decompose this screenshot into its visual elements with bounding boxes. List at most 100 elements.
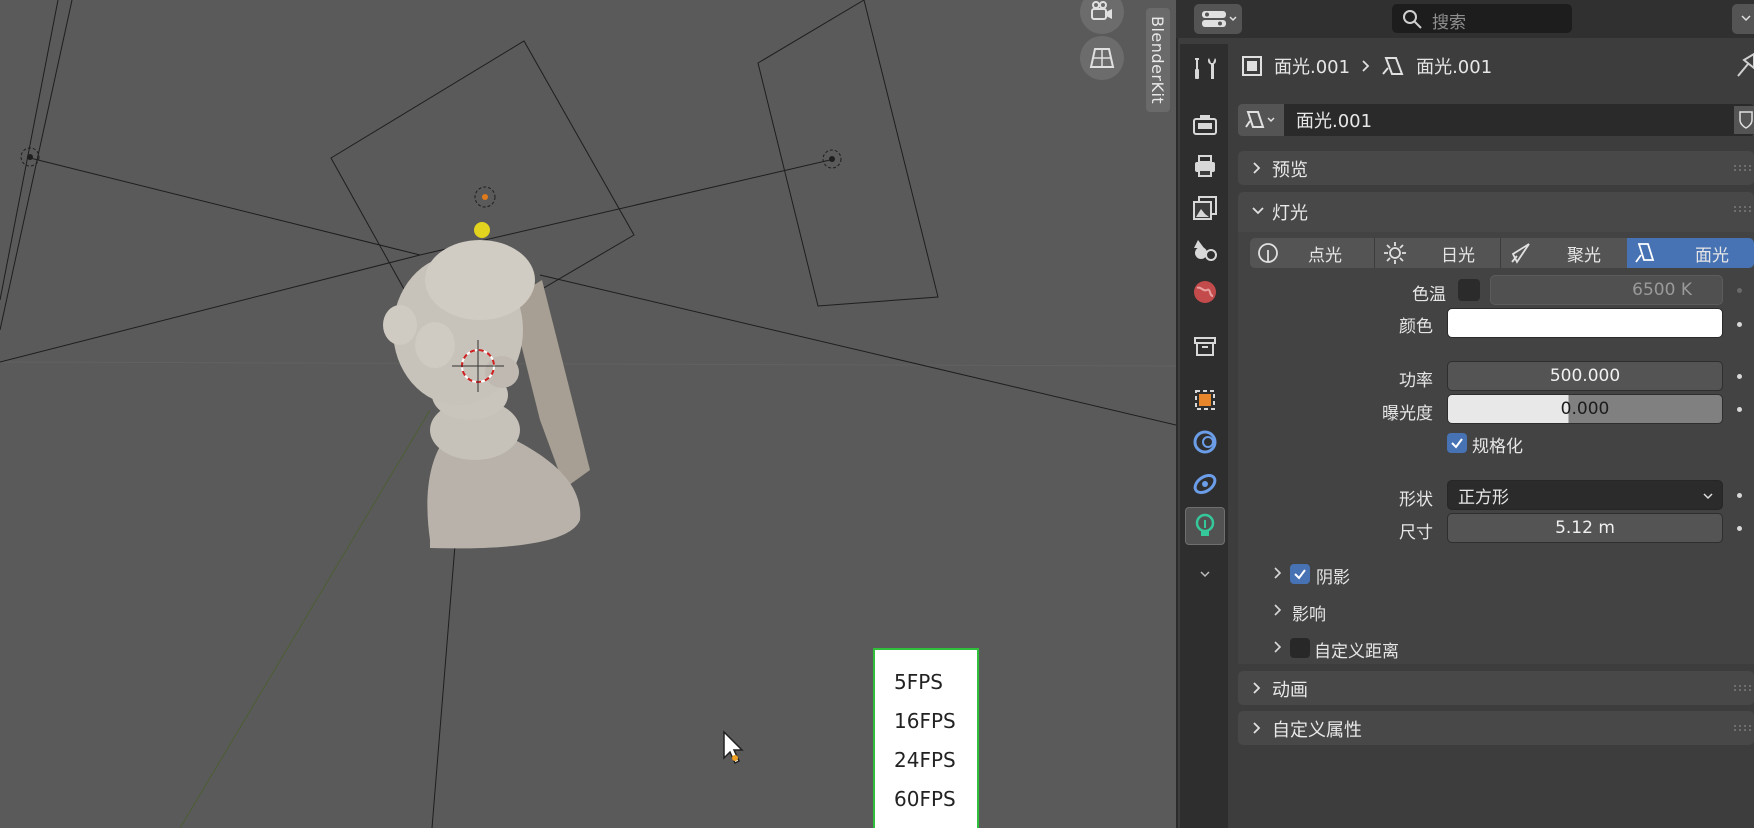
lightbulb-icon	[1195, 513, 1215, 536]
color-swatch[interactable]	[1447, 308, 1723, 338]
chevron-right-icon[interactable]	[1272, 566, 1284, 580]
light-type-sun-label: 日光	[1441, 245, 1475, 266]
light-type-spot[interactable]: 聚光	[1501, 238, 1626, 268]
tab-physics[interactable]	[1185, 423, 1225, 461]
light-type-sun[interactable]: 日光	[1375, 238, 1500, 268]
datablock-browse-button[interactable]	[1238, 104, 1284, 136]
camera-back-icon	[1193, 115, 1217, 135]
color-temp-field[interactable]: 6500 K	[1490, 275, 1723, 305]
chevron-right-icon	[1362, 60, 1370, 72]
power-field[interactable]: 500.000	[1447, 361, 1723, 391]
fps-option-5[interactable]: 5FPS	[894, 670, 943, 694]
color-label: 颜色	[1399, 317, 1433, 337]
subpanel-shadow-label[interactable]: 阴影	[1316, 563, 1350, 588]
options-button[interactable]	[1732, 4, 1754, 34]
camera-icon	[1091, 1, 1112, 20]
3d-viewport[interactable]: BlenderKit 5FPS 16FPS 24FPS 60FPS	[0, 0, 1176, 828]
scene-icon	[1194, 240, 1217, 261]
light-type-area-label: 面光	[1695, 245, 1729, 266]
pin-icon[interactable]	[1734, 50, 1754, 80]
image-stack-icon	[1193, 196, 1217, 220]
datablock-name[interactable]: 面光.001	[1296, 107, 1372, 133]
color-temp-keyframe-dot[interactable]	[1737, 288, 1742, 293]
editor-type-button[interactable]	[1194, 4, 1242, 34]
blenderkit-tab[interactable]: BlenderKit	[1146, 8, 1170, 112]
exposure-slider[interactable]: 0.000	[1447, 394, 1723, 424]
breadcrumb-object: 面光.001	[1274, 57, 1351, 78]
panel-preview[interactable]: 预览	[1238, 151, 1754, 185]
fps-option-16[interactable]: 16FPS	[894, 709, 956, 733]
subpanel-custom-distance-label[interactable]: 自定义距离	[1314, 637, 1399, 662]
tab-collection[interactable]	[1185, 327, 1225, 365]
sun-icon	[1384, 242, 1406, 264]
drag-grip-icon[interactable]	[1732, 164, 1754, 172]
area-light-icon	[1245, 111, 1275, 128]
chevron-right-icon[interactable]	[1272, 640, 1284, 654]
blenderkit-tab-label: BlenderKit	[1148, 16, 1167, 105]
size-value: 5.12 m	[1555, 518, 1615, 538]
constraint-icon	[1193, 473, 1217, 495]
tab-tool[interactable]	[1185, 50, 1225, 88]
panel-preview-title: 预览	[1272, 160, 1308, 181]
properties-editor-icon	[1202, 11, 1237, 27]
tab-scene[interactable]	[1185, 231, 1225, 269]
light-type-point[interactable]: 点光	[1250, 238, 1374, 268]
color-temp-value: 6500 K	[1632, 280, 1692, 300]
fake-user-button[interactable]	[1734, 106, 1754, 134]
tab-object[interactable]	[1185, 381, 1225, 419]
drag-grip-icon[interactable]	[1732, 684, 1754, 692]
grid-icon	[1089, 48, 1115, 68]
shape-dropdown[interactable]: 正方形	[1447, 480, 1723, 510]
panel-light[interactable]: 灯光	[1238, 192, 1754, 232]
drag-grip-icon[interactable]	[1732, 205, 1754, 213]
tab-output[interactable]	[1185, 147, 1225, 185]
drag-grip-icon[interactable]	[1732, 724, 1754, 732]
shadow-checkbox[interactable]	[1290, 564, 1310, 584]
tab-light-data[interactable]	[1185, 507, 1225, 545]
panel-animation[interactable]: 动画	[1238, 671, 1754, 705]
light-type-area[interactable]: 面光	[1627, 238, 1754, 268]
search-input[interactable]: 搜索	[1392, 4, 1572, 33]
color-temp-label: 色温	[1412, 285, 1446, 305]
area-light-icon	[1382, 57, 1404, 75]
more-tabs-button[interactable]	[1185, 555, 1225, 593]
world-icon	[1194, 281, 1216, 303]
color-temp-toggle[interactable]	[1458, 279, 1480, 301]
shield-icon	[1739, 111, 1753, 129]
light-type-point-label: 点光	[1308, 245, 1342, 266]
custom-distance-checkbox[interactable]	[1290, 638, 1310, 658]
chevron-down-icon	[1252, 207, 1264, 215]
size-keyframe-dot[interactable]	[1737, 526, 1742, 531]
tab-constraints[interactable]	[1185, 465, 1225, 503]
breadcrumb-light-data: 面光.001	[1416, 57, 1493, 78]
breadcrumb: 面光.001 面光.001	[1240, 50, 1492, 82]
chevron-down-icon	[1200, 571, 1210, 578]
panel-custom-properties-title: 自定义属性	[1272, 720, 1362, 741]
subpanel-influence-label[interactable]: 影响	[1292, 600, 1326, 625]
chevron-right-icon[interactable]	[1272, 603, 1284, 617]
color-keyframe-dot[interactable]	[1737, 322, 1742, 327]
light-type-selector[interactable]: 点光 日光 聚光 面光	[1250, 238, 1754, 268]
tab-render[interactable]	[1185, 105, 1225, 143]
object-icon	[1242, 56, 1262, 76]
tab-view-layer[interactable]	[1185, 189, 1225, 227]
normalize-checkbox[interactable]	[1447, 433, 1467, 453]
power-keyframe-dot[interactable]	[1737, 374, 1742, 379]
size-field[interactable]: 5.12 m	[1447, 513, 1723, 543]
chevron-down-icon	[1703, 493, 1713, 500]
statue-model[interactable]	[383, 240, 590, 549]
power-label: 功率	[1399, 371, 1433, 391]
fps-menu[interactable]: 5FPS 16FPS 24FPS 60FPS	[873, 648, 979, 828]
size-label: 尺寸	[1399, 523, 1433, 543]
scene-canvas[interactable]	[0, 0, 1176, 828]
panel-custom-properties[interactable]: 自定义属性	[1238, 711, 1754, 745]
collection-box-icon	[1194, 337, 1216, 356]
checkmark-icon	[1451, 438, 1463, 449]
normalize-label: 规格化	[1472, 437, 1523, 457]
fps-option-60[interactable]: 60FPS	[894, 787, 956, 811]
shape-keyframe-dot[interactable]	[1737, 493, 1742, 498]
ortho-grid-button[interactable]	[1080, 36, 1124, 80]
fps-option-24[interactable]: 24FPS	[894, 748, 956, 772]
tab-world[interactable]	[1185, 273, 1225, 311]
exposure-keyframe-dot[interactable]	[1737, 407, 1742, 412]
